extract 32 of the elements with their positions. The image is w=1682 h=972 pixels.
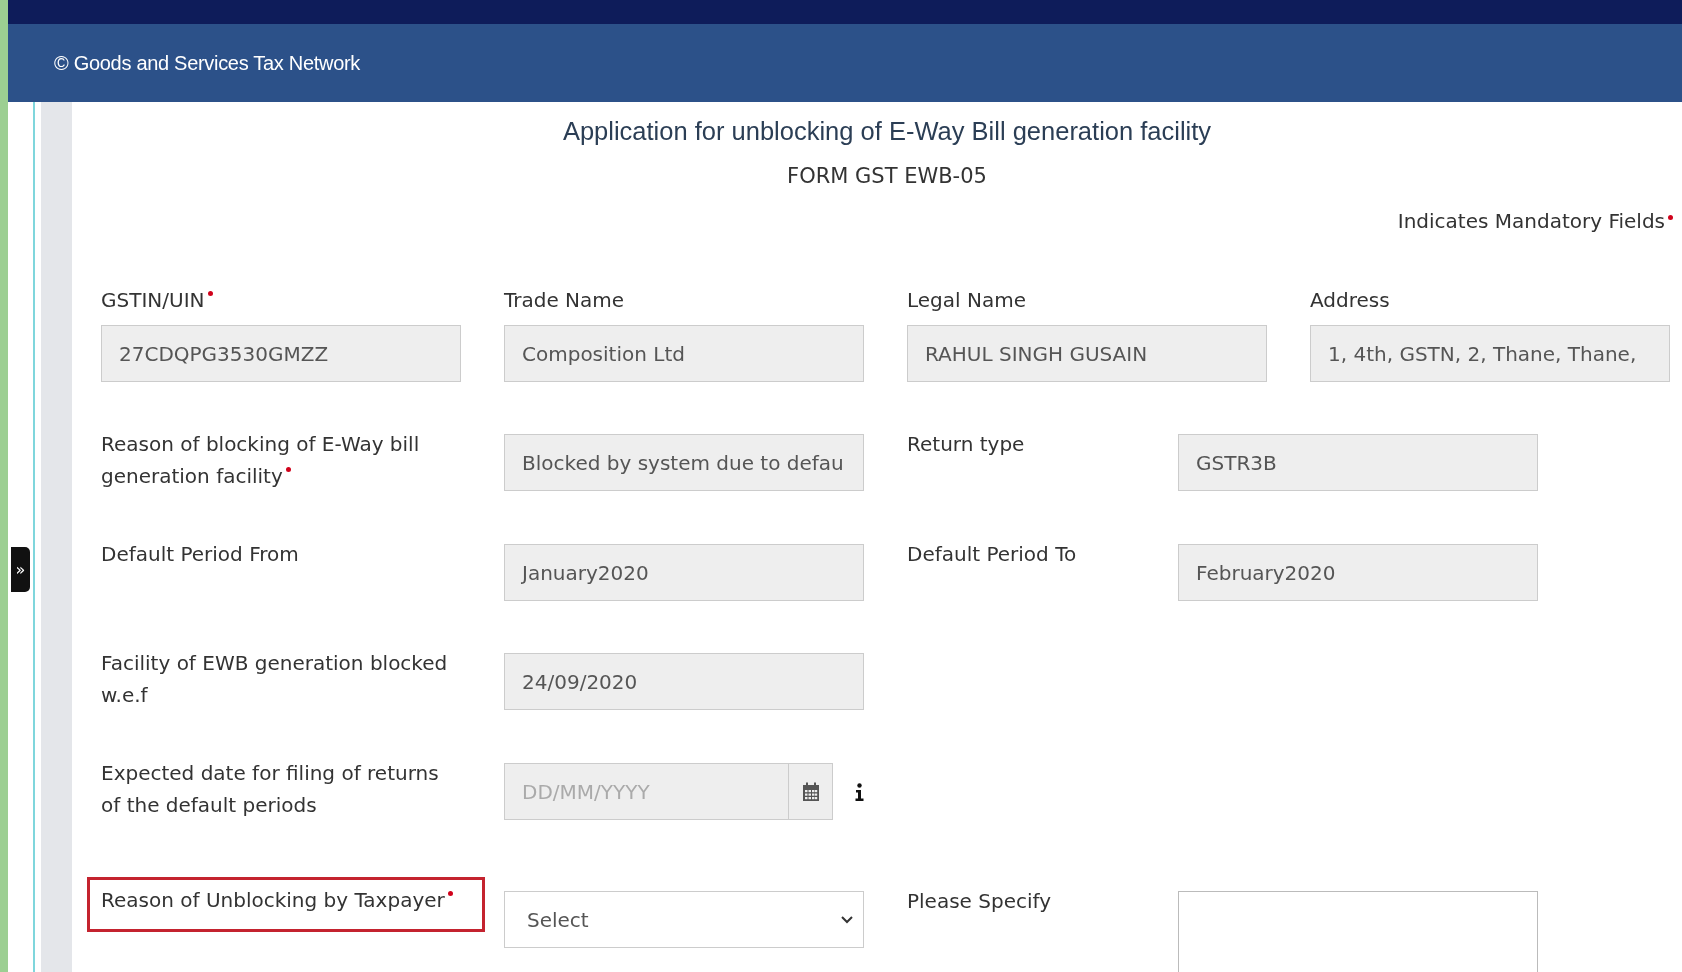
- field-label: GSTIN/UIN: [101, 288, 205, 312]
- text-field[interactable]: GSTR3B: [1178, 434, 1538, 491]
- date-field[interactable]: DD/MM/YYYY: [504, 763, 788, 820]
- field-label: Trade Name: [504, 288, 625, 312]
- field-label: Address: [1310, 288, 1390, 312]
- copyright-text: © Goods and Services Tax Network: [54, 51, 360, 75]
- field-label: Expected date for filing of returns of the default periods: [101, 761, 439, 817]
- calendar-button[interactable]: [788, 763, 833, 820]
- form-code: FORM GST EWB-05: [786, 163, 988, 190]
- field-label: Legal Name: [907, 288, 1026, 312]
- text-field[interactable]: Composition Ltd: [504, 325, 864, 382]
- mandatory-note: Indicates Mandatory Fields: [1397, 208, 1665, 234]
- field-label: Please Specify: [907, 889, 1052, 913]
- field-label: Default Period To: [907, 542, 1077, 566]
- calendar-icon: [801, 781, 820, 802]
- text-field[interactable]: February2020: [1178, 544, 1538, 601]
- text-field[interactable]: 1, 4th, GSTN, 2, Thane, Thane,: [1310, 325, 1670, 382]
- field-label: Reason of Unblocking by Taxpayer: [101, 888, 445, 912]
- text-field[interactable]: RAHUL SINGH GUSAIN: [907, 325, 1267, 382]
- text-field[interactable]: 27CDQPG3530GMZZ: [101, 325, 461, 382]
- field-label: Reason of blocking of E-Way bill generation facility: [101, 432, 420, 488]
- select-field[interactable]: Select: [504, 891, 864, 948]
- field-label: Default Period From: [101, 542, 299, 566]
- text-field[interactable]: Blocked by system due to defau: [504, 434, 864, 491]
- field-label: Return type: [907, 432, 1025, 456]
- sidebar-toggle[interactable]: »: [11, 547, 30, 592]
- chevron-down-icon: [841, 915, 853, 924]
- text-field[interactable]: January2020: [504, 544, 864, 601]
- info-icon[interactable]: [855, 782, 864, 801]
- field-label: Facility of EWB generation blocked w.e.f: [101, 651, 448, 707]
- page-title: Application for unblocking of E-Way Bill generation facility: [561, 116, 1213, 147]
- text-field[interactable]: 24/09/2020: [504, 653, 864, 710]
